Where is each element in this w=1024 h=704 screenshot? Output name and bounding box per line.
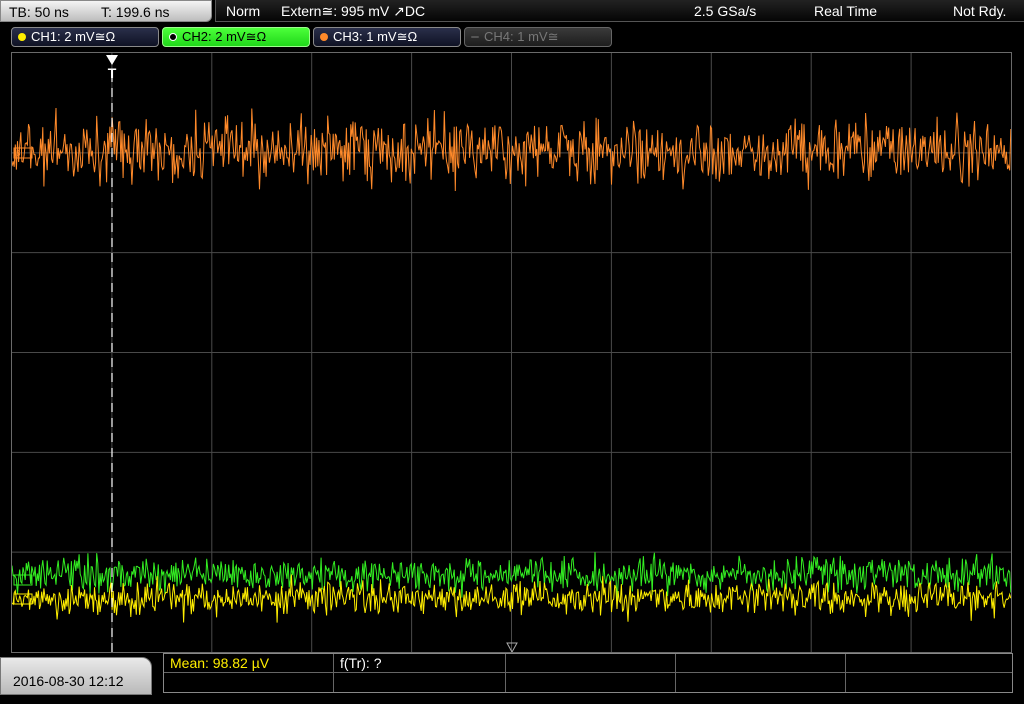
trigger-status: Not Rdy. [953, 3, 1007, 19]
measurement-cell-6[interactable] [164, 673, 334, 692]
timebase-readout[interactable]: TB: 50 ns [9, 1, 69, 23]
measurement-cell-4[interactable] [676, 654, 846, 673]
measurement-cell-10[interactable] [846, 673, 1012, 692]
measurement-mean: Mean: 98.82 µV [170, 655, 270, 671]
channel-tab-ch1[interactable]: CH1: 2 mV≅Ω [11, 27, 159, 47]
trigger-marker-label: T [108, 65, 117, 81]
measurement-cell-3[interactable] [506, 654, 676, 673]
channel-tab-ch2[interactable]: CH2: 2 mV≅Ω [162, 27, 310, 47]
ch2-label: CH2: 2 mV≅Ω [182, 29, 267, 44]
ch1-indicator-icon [18, 32, 26, 41]
measurement-cell-8[interactable] [506, 673, 676, 692]
ch4-label: CH4: 1 mV≅ [484, 29, 559, 44]
svg-text:3: 3 [16, 149, 21, 158]
datetime-text: 2016-08-30 12:12 [13, 673, 124, 689]
trigger-position-readout[interactable]: T: 199.6 ns [101, 1, 170, 23]
trigger-source[interactable]: Extern≅: 995 mV ↗DC [281, 0, 425, 22]
channel-tab-ch3[interactable]: CH3: 1 mV≅Ω [313, 27, 461, 47]
sample-rate[interactable]: 2.5 GSa/s [694, 0, 756, 22]
channel-tab-ch4[interactable]: CH4: 1 mV≅ [464, 27, 612, 47]
trigger-position-marker-icon[interactable] [106, 55, 118, 65]
ch3-indicator-icon [320, 32, 328, 41]
trigger-mode[interactable]: Norm [226, 0, 260, 22]
datetime-display: 2016-08-30 12:12 [0, 657, 152, 695]
measurement-cell-7[interactable] [334, 673, 506, 692]
measurement-mean-cell[interactable]: Mean: 98.82 µV [164, 654, 334, 673]
measurement-panel[interactable]: Mean: 98.82 µV f(Tr): ? [163, 653, 1013, 693]
measurement-freq-cell[interactable]: f(Tr): ? [334, 654, 506, 673]
timebase-panel[interactable]: TB: 50 ns T: 199.6 ns [0, 0, 212, 22]
acquisition-mode[interactable]: Real Time [814, 0, 877, 22]
trigger-panel: Norm Extern≅: 995 mV ↗DC 2.5 GSa/s Real … [215, 0, 1024, 22]
measurement-cell-5[interactable] [846, 654, 1012, 673]
ch1-label: CH1: 2 mV≅Ω [31, 29, 116, 44]
waveform-canvas[interactable]: T 3 [12, 53, 1011, 652]
status-bar: TB: 50 ns T: 199.6 ns Norm Extern≅: 995 … [0, 0, 1024, 24]
graticule [12, 53, 1011, 652]
ch3-label: CH3: 1 mV≅Ω [333, 29, 418, 44]
measurement-freq: f(Tr): ? [340, 655, 382, 671]
waveform-display[interactable]: T 3 [11, 52, 1012, 653]
ch2-indicator-icon [169, 32, 177, 41]
ch4-indicator-icon [471, 35, 479, 38]
measurement-cell-9[interactable] [676, 673, 846, 692]
